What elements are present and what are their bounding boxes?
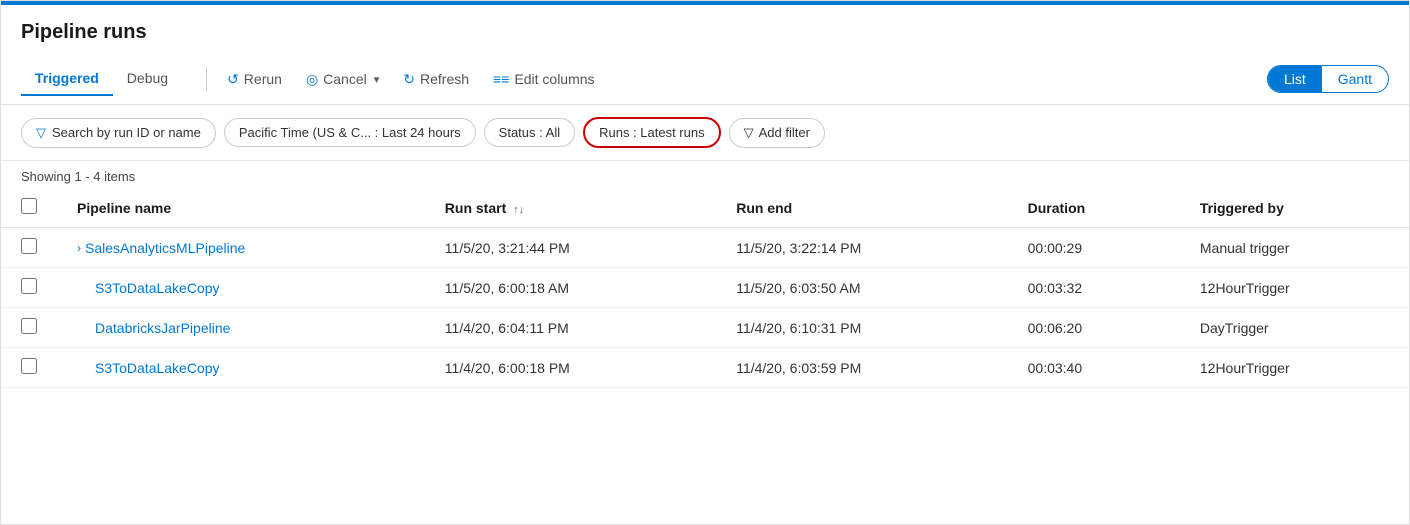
row-checkbox-2[interactable] [21,318,37,334]
table-row: S3ToDataLakeCopy 11/5/20, 6:00:18 AM 11/… [1,268,1409,308]
page-title: Pipeline runs [21,21,1389,44]
time-filter-pill[interactable]: Pacific Time (US & C... : Last 24 hours [224,118,476,147]
status-filter-label: Status : All [499,125,560,140]
table-row: S3ToDataLakeCopy 11/4/20, 6:00:18 PM 11/… [1,348,1409,388]
rerun-label: Rerun [244,71,282,87]
row-triggered-by: 12HourTrigger [1180,348,1409,388]
row-checkbox-0[interactable] [21,238,37,254]
row-duration: 00:06:20 [1008,308,1180,348]
row-triggered-by: Manual trigger [1180,228,1409,268]
run-start-sort-icon: ↑↓ [513,204,524,216]
refresh-label: Refresh [420,71,469,87]
row-triggered-by: 12HourTrigger [1180,268,1409,308]
runs-filter-pill[interactable]: Runs : Latest runs [583,117,721,148]
expand-icon[interactable]: › [77,241,81,255]
tab-debug[interactable]: Debug [113,62,182,96]
pipeline-name-link[interactable]: S3ToDataLakeCopy [95,280,220,296]
row-pipeline-name-cell: S3ToDataLakeCopy [57,348,425,388]
showing-text: Showing 1 - 4 items [1,161,1409,188]
cancel-dropdown-icon: ▾ [374,73,380,86]
header-duration: Duration [1008,188,1180,228]
row-checkbox-cell [1,308,57,348]
header-triggered-by: Triggered by [1180,188,1409,228]
add-filter-button[interactable]: ▽ Add filter [729,118,825,148]
refresh-button[interactable]: ↻ Refresh [391,65,481,94]
list-view-button[interactable]: List [1268,66,1322,92]
table-row: DatabricksJarPipeline 11/4/20, 6:04:11 P… [1,308,1409,348]
row-checkbox-3[interactable] [21,358,37,374]
search-placeholder: Search by run ID or name [52,125,201,140]
pipeline-runs-table: Pipeline name Run start ↑↓ Run end Durat… [1,188,1409,388]
pipeline-name-link[interactable]: S3ToDataLakeCopy [95,360,220,376]
runs-filter-label: Runs : Latest runs [599,125,705,140]
header-run-end: Run end [716,188,1007,228]
add-filter-label: Add filter [759,125,810,140]
time-filter-label: Pacific Time (US & C... : Last 24 hours [239,125,461,140]
row-pipeline-name-cell: DatabricksJarPipeline [57,308,425,348]
cancel-button[interactable]: ◎ Cancel ▾ [294,65,391,94]
toolbar-divider-1 [206,67,207,91]
search-filter-icon: ▽ [36,125,46,141]
row-run-start: 11/4/20, 6:04:11 PM [425,308,716,348]
row-run-end: 11/4/20, 6:03:59 PM [716,348,1007,388]
row-checkbox-cell [1,348,57,388]
row-run-end: 11/5/20, 3:22:14 PM [716,228,1007,268]
view-toggle-group: List Gantt [1267,65,1389,93]
row-run-end: 11/4/20, 6:10:31 PM [716,308,1007,348]
header-run-start[interactable]: Run start ↑↓ [425,188,716,228]
edit-columns-icon: ≡≡ [493,71,509,87]
row-run-start: 11/5/20, 3:21:44 PM [425,228,716,268]
pipeline-name-link[interactable]: DatabricksJarPipeline [95,320,230,336]
refresh-icon: ↻ [403,71,415,88]
row-duration: 00:03:40 [1008,348,1180,388]
header-checkbox-col [1,188,57,228]
table-header-row: Pipeline name Run start ↑↓ Run end Durat… [1,188,1409,228]
row-checkbox-1[interactable] [21,278,37,294]
row-run-end: 11/5/20, 6:03:50 AM [716,268,1007,308]
select-all-checkbox[interactable] [21,198,37,214]
row-run-start: 11/5/20, 6:00:18 AM [425,268,716,308]
row-checkbox-cell [1,228,57,268]
pipeline-name-link[interactable]: SalesAnalyticsMLPipeline [85,240,245,256]
toolbar: Triggered Debug ↺ Rerun ◎ Cancel ▾ ↻ Ref… [21,56,1389,96]
gantt-view-button[interactable]: Gantt [1322,66,1388,92]
page-header: Pipeline runs Triggered Debug ↺ Rerun ◎ … [1,5,1409,105]
edit-columns-label: Edit columns [514,71,594,87]
row-duration: 00:03:32 [1008,268,1180,308]
cancel-icon: ◎ [306,71,318,88]
row-duration: 00:00:29 [1008,228,1180,268]
row-pipeline-name-cell: S3ToDataLakeCopy [57,268,425,308]
status-filter-pill[interactable]: Status : All [484,118,575,147]
row-run-start: 11/4/20, 6:00:18 PM [425,348,716,388]
table-row: › SalesAnalyticsMLPipeline 11/5/20, 3:21… [1,228,1409,268]
rerun-icon: ↺ [227,71,239,88]
filters-bar: ▽ Search by run ID or name Pacific Time … [1,105,1409,161]
tab-triggered[interactable]: Triggered [21,62,113,96]
search-filter-pill[interactable]: ▽ Search by run ID or name [21,118,216,148]
cancel-label: Cancel [323,71,367,87]
tab-group: Triggered Debug [21,62,182,96]
row-checkbox-cell [1,268,57,308]
row-triggered-by: DayTrigger [1180,308,1409,348]
add-filter-icon: ▽ [744,125,754,141]
rerun-button[interactable]: ↺ Rerun [215,65,294,94]
header-pipeline-name: Pipeline name [57,188,425,228]
row-pipeline-name-cell: › SalesAnalyticsMLPipeline [57,228,425,268]
main-container: Pipeline runs Triggered Debug ↺ Rerun ◎ … [0,0,1410,525]
edit-columns-button[interactable]: ≡≡ Edit columns [481,65,607,93]
